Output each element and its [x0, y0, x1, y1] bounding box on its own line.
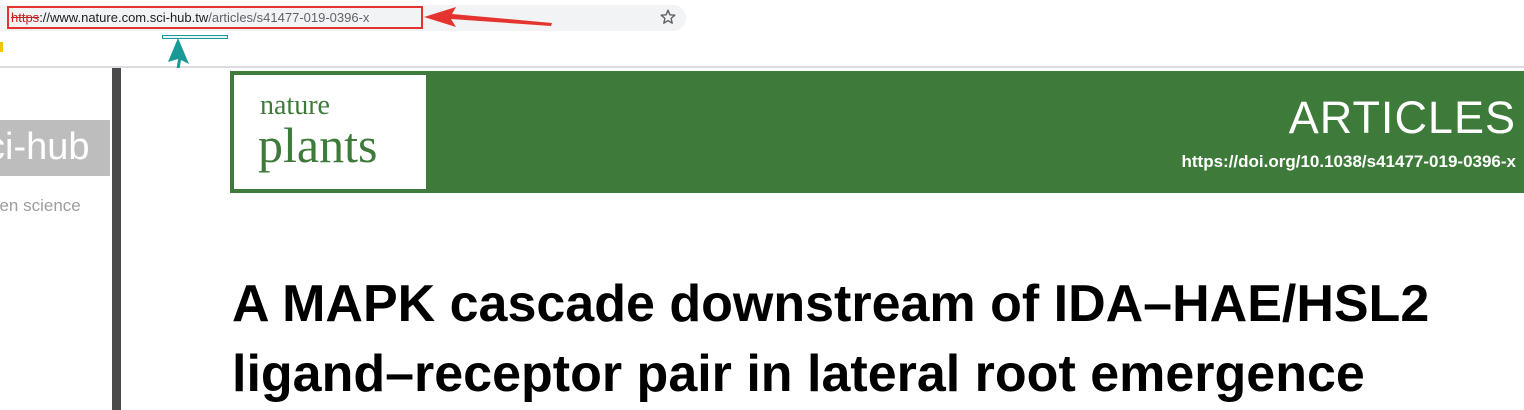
article-title-line-1: A MAPK cascade downstream of IDA–HAE/HSL…: [232, 275, 1430, 333]
section-label: ARTICLES: [1288, 92, 1516, 143]
doi-link[interactable]: https://doi.org/10.1038/s41477-019-0396-…: [1182, 152, 1517, 172]
journal-name-top: nature: [260, 90, 330, 121]
journal-name-bottom: plants: [258, 117, 378, 173]
url-highlight-box: [7, 6, 423, 29]
star-icon[interactable]: [658, 7, 678, 27]
bookmark-bar-item[interactable]: [0, 42, 3, 52]
scihub-tagline: pen science: [0, 196, 81, 215]
article-title-line-2: ligand–receptor pair in lateral root eme…: [232, 345, 1365, 403]
scihub-logo-text: ci-hub: [0, 126, 90, 168]
scihub-logo[interactable]: ci-hub: [0, 120, 110, 176]
pdf-viewer-border: [112, 68, 121, 410]
red-arrow-annotation: [424, 7, 552, 27]
browser-toolbar: https://www.nature.com.sci-hub.tw/articl…: [0, 0, 1524, 36]
